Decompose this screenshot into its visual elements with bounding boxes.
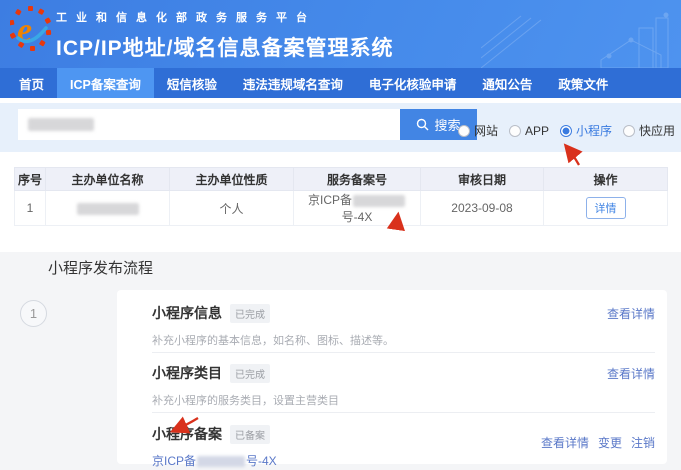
miniprogram-license-number: 京ICP备号-4X [152,452,655,469]
step-number-badge: 1 [20,300,47,327]
cell-sponsor-name [46,191,170,226]
redacted-license-middle [197,456,245,467]
radio-app-icon [509,125,521,137]
radio-website-icon [458,125,470,137]
view-detail-link[interactable]: 查看详情 [607,305,655,322]
table-row: 1 个人 京ICP备号-4X 2023-09-08 详情 [15,191,668,226]
process-item-info: 小程序信息 已完成 补充小程序的基本信息，如名称、图标、描述等。 查看详情 [152,303,655,348]
svg-text:e: e [17,12,32,49]
cell-sponsor-nature: 个人 [170,191,294,226]
cancel-link[interactable]: 注销 [631,434,655,451]
radio-quickapp-icon [623,125,635,137]
nav-item-illegal-domain[interactable]: 违法违规域名查询 [230,68,356,98]
status-badge-completed: 已完成 [230,364,270,383]
status-badge-completed: 已完成 [230,304,270,323]
radio-app[interactable]: APP [509,124,549,138]
header-decoration [481,0,681,68]
col-audit-date: 审核日期 [421,168,544,191]
search-section: 搜索 网站 APP 小程序 快应用 [0,103,681,152]
cell-audit-date: 2023-09-08 [421,191,544,226]
process-item-beian-title: 小程序备案 [152,424,222,444]
cell-action: 详情 [544,191,668,226]
col-sponsor-nature: 主办单位性质 [170,168,294,191]
divider [152,412,655,413]
process-item-beian: 小程序备案 已备案 京ICP备号-4X 查看详情 变更 注销 [152,424,655,469]
process-item-info-desc: 补充小程序的基本信息，如名称、图标、描述等。 [152,332,655,348]
process-title: 小程序发布流程 [48,257,153,278]
system-title: ICP/IP地址/域名信息备案管理系统 [56,32,394,62]
process-item-info-title: 小程序信息 [152,303,222,323]
query-result-table: 序号 主办单位名称 主办单位性质 服务备案号 审核日期 操作 1 个人 京ICP… [14,167,668,226]
redacted-sponsor-name [77,203,139,215]
view-detail-link[interactable]: 查看详情 [541,434,589,451]
nav-item-icp-query[interactable]: ICP备案查询 [57,68,154,98]
radio-miniprogram[interactable]: 小程序 [560,122,612,139]
redacted-search-text [28,118,94,131]
main-nav: 首页 ICP备案查询 短信核验 违法违规域名查询 电子化核验申请 通知公告 政策… [0,68,681,98]
col-action: 操作 [544,168,668,191]
cell-license-number: 京ICP备号-4X [294,191,421,226]
change-link[interactable]: 变更 [598,434,622,451]
nav-item-e-verify[interactable]: 电子化核验申请 [356,68,470,98]
process-card: 小程序信息 已完成 补充小程序的基本信息，如名称、图标、描述等。 查看详情 小程… [117,290,667,464]
process-item-category-desc: 补充小程序的服务类目，设置主营类目 [152,392,655,408]
search-icon [416,118,429,131]
nav-item-home[interactable]: 首页 [6,68,57,98]
platform-name: 工业和信息化部政务服务平台 [56,9,394,25]
miniprogram-process-section: 小程序发布流程 1 小程序信息 已完成 补充小程序的基本信息，如名称、图标、描述… [0,252,681,470]
status-badge-registered: 已备案 [230,425,270,444]
miit-icp-logo-icon: e [10,6,52,52]
search-button-label: 搜索 [434,115,460,134]
table-header-row: 序号 主办单位名称 主办单位性质 服务备案号 审核日期 操作 [15,168,668,191]
view-detail-link[interactable]: 查看详情 [607,365,655,382]
divider [152,352,655,353]
nav-item-notice[interactable]: 通知公告 [469,68,545,98]
cell-seq: 1 [15,191,46,226]
radio-quickapp[interactable]: 快应用 [623,122,675,139]
process-item-category-title: 小程序类目 [152,363,222,383]
app-header: e 工业和信息化部政务服务平台 ICP/IP地址/域名信息备案管理系统 [0,0,681,68]
process-item-category: 小程序类目 已完成 补充小程序的服务类目，设置主营类目 查看详情 [152,363,655,408]
service-type-radio-group: 网站 APP 小程序 快应用 [458,122,675,139]
radio-website[interactable]: 网站 [458,122,498,139]
header-titles: 工业和信息化部政务服务平台 ICP/IP地址/域名信息备案管理系统 [56,9,394,62]
nav-item-policy[interactable]: 政策文件 [545,68,621,98]
col-sponsor-name: 主办单位名称 [46,168,170,191]
search-input[interactable] [18,109,400,140]
detail-button[interactable]: 详情 [586,197,626,219]
redacted-license-middle [353,195,405,207]
icp-beian-page: e 工业和信息化部政务服务平台 ICP/IP地址/域名信息备案管理系统 首页 I… [0,0,681,470]
col-seq: 序号 [15,168,46,191]
col-license-number: 服务备案号 [294,168,421,191]
radio-miniprogram-icon [560,125,572,137]
nav-item-sms-verify[interactable]: 短信核验 [154,68,230,98]
